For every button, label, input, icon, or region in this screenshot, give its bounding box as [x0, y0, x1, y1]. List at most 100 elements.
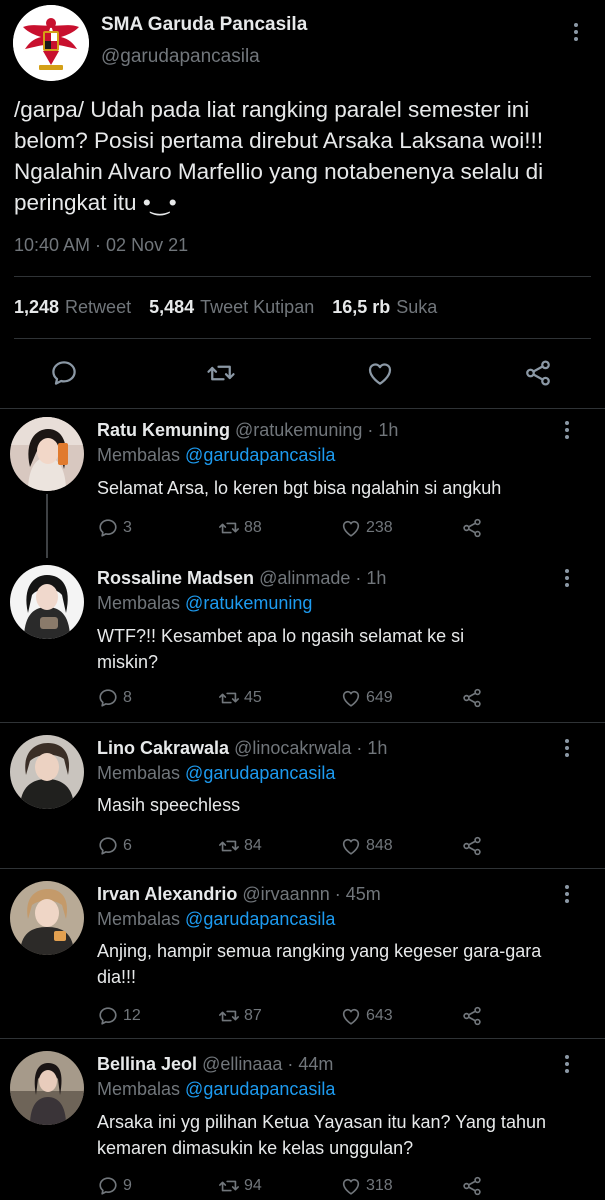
reply-tweet[interactable]: Irvan Alexandrio @irvaannn · 45m Membala…: [0, 868, 605, 1038]
reply-display-name[interactable]: Ratu Kemuning: [97, 420, 230, 440]
reply-age: · 45m: [334, 884, 381, 904]
more-options-icon[interactable]: [557, 418, 577, 442]
engagement-stats: 1,248 Retweet 5,484 Tweet Kutipan 16,5 rb S…: [14, 297, 455, 318]
retweet-count: 94: [244, 1177, 262, 1194]
main-tweet-text: /garpa/ Udah pada liat rangking paralel …: [14, 97, 544, 215]
reply-action[interactable]: 6: [97, 834, 132, 858]
retweet-action[interactable]: 45: [218, 686, 262, 710]
reply-display-name[interactable]: Lino Cakrawala: [97, 738, 229, 758]
share-action[interactable]: [461, 1004, 483, 1028]
replying-to: Membalas @ratukemuning: [97, 593, 312, 614]
main-tweet-timestamp[interactable]: 10:40 AM · 02 Nov 21: [14, 235, 188, 256]
retweet-icon: [219, 1010, 239, 1022]
retweet-icon: [219, 692, 239, 704]
retweet-action[interactable]: 88: [218, 516, 262, 540]
reply-handle[interactable]: @alinmade: [259, 568, 350, 588]
share-icon[interactable]: [523, 358, 553, 388]
garuda-emblem-avatar[interactable]: [13, 5, 89, 81]
replying-to-handle[interactable]: @garudapancasila: [185, 909, 335, 929]
reply-count: 12: [123, 1007, 141, 1024]
reply-age: · 1h: [367, 420, 399, 440]
retweet-action[interactable]: 94: [218, 1174, 262, 1198]
retweet-stat[interactable]: 1,248 Retweet: [14, 297, 131, 318]
retweet-icon[interactable]: [206, 358, 236, 388]
like-action[interactable]: 643: [340, 1004, 393, 1028]
retweet-count: 87: [244, 1007, 262, 1024]
retweet-icon: [219, 522, 239, 534]
like-stat[interactable]: 16,5 rb Suka: [332, 297, 437, 318]
reply-handle[interactable]: @irvaannn: [242, 884, 329, 904]
replying-to: Membalas @garudapancasila: [97, 1079, 335, 1100]
share-action[interactable]: [461, 516, 483, 540]
like-icon: [342, 1008, 360, 1025]
share-icon: [463, 1006, 481, 1026]
like-count: 643: [366, 1007, 393, 1024]
reply-display-name[interactable]: Irvan Alexandrio: [97, 884, 237, 904]
reply-icon: [99, 689, 117, 707]
reply-header: Ratu Kemuning @ratukemuning · 1h: [97, 420, 398, 441]
reply-text: WTF?!! Kesambet apa lo ngasih selamat ke…: [97, 626, 465, 672]
more-options-icon[interactable]: [566, 20, 586, 44]
reply-display-name[interactable]: Rossaline Madsen: [97, 568, 254, 588]
reply-handle[interactable]: @ellinaaa: [202, 1054, 282, 1074]
avatar[interactable]: [10, 1051, 84, 1125]
replying-to-handle[interactable]: @ratukemuning: [185, 593, 312, 613]
replying-label: Membalas: [97, 445, 181, 465]
reply-age: · 1h: [356, 738, 388, 758]
reply-tweet[interactable]: Lino Cakrawala @linocakrwala · 1h Membal…: [0, 722, 605, 868]
reply-text: Selamat Arsa, lo keren bgt bisa ngalahin…: [97, 478, 502, 498]
reply-action[interactable]: 9: [97, 1174, 132, 1198]
replying-to: Membalas @garudapancasila: [97, 909, 335, 930]
like-action[interactable]: 848: [340, 834, 393, 858]
reply-handle[interactable]: @linocakrwala: [234, 738, 351, 758]
like-icon[interactable]: [365, 358, 395, 388]
reply-action[interactable]: 12: [97, 1004, 141, 1028]
reply-handle[interactable]: @ratukemuning: [235, 420, 362, 440]
like-action[interactable]: 238: [340, 516, 393, 540]
reply-action[interactable]: 3: [97, 516, 132, 540]
reply-header: Irvan Alexandrio @irvaannn · 45m: [97, 884, 381, 905]
reply-actions: 12 87 643: [97, 1004, 497, 1028]
replying-to-handle[interactable]: @garudapancasila: [185, 1079, 335, 1099]
like-count: 848: [366, 837, 393, 854]
reply-tweet[interactable]: Ratu Kemuning @ratukemuning · 1h Membala…: [0, 408, 605, 548]
quote-stat[interactable]: 5,484 Tweet Kutipan: [149, 297, 314, 318]
reply-icon: [99, 1007, 117, 1025]
avatar[interactable]: [10, 565, 84, 639]
avatar[interactable]: [10, 881, 84, 955]
like-count: 238: [366, 519, 393, 536]
main-display-name[interactable]: SMA Garuda Pancasila: [101, 14, 307, 36]
like-count: 649: [366, 689, 393, 706]
reply-tweet[interactable]: Rossaline Madsen @alinmade · 1h Membalas…: [0, 556, 605, 722]
quote-label: Tweet Kutipan: [200, 297, 315, 317]
retweet-action[interactable]: 87: [218, 1004, 262, 1028]
reply-text: Arsaka ini yg pilihan Ketua Yayasan itu …: [97, 1112, 546, 1158]
more-options-icon[interactable]: [557, 882, 577, 906]
reply-text: Anjing, hampir semua rangking yang keges…: [97, 941, 542, 987]
main-handle[interactable]: @garudapancasila: [101, 46, 260, 68]
main-tweet-header: SMA Garuda Pancasila @garudapancasila: [0, 0, 605, 100]
avatar[interactable]: [10, 735, 84, 809]
retweet-count: 45: [244, 689, 262, 706]
replying-to-handle[interactable]: @garudapancasila: [185, 445, 335, 465]
retweet-count: 88: [244, 519, 262, 536]
reply-icon[interactable]: [49, 358, 79, 388]
retweet-action[interactable]: 84: [218, 834, 262, 858]
reply-tweet[interactable]: Bellina Jeol @ellinaaa · 44m Membalas @g…: [0, 1038, 605, 1200]
replying-to-handle[interactable]: @garudapancasila: [185, 763, 335, 783]
like-action[interactable]: 649: [340, 686, 393, 710]
share-icon: [463, 518, 481, 538]
more-options-icon[interactable]: [557, 1052, 577, 1076]
share-action[interactable]: [461, 834, 483, 858]
reply-age: · 44m: [287, 1054, 334, 1074]
like-action[interactable]: 318: [340, 1174, 393, 1198]
avatar[interactable]: [10, 417, 84, 491]
share-action[interactable]: [461, 686, 483, 710]
like-icon: [342, 838, 360, 855]
more-options-icon[interactable]: [557, 736, 577, 760]
share-action[interactable]: [461, 1174, 483, 1198]
more-options-icon[interactable]: [557, 566, 577, 590]
reply-action[interactable]: 8: [97, 686, 132, 710]
reply-display-name[interactable]: Bellina Jeol: [97, 1054, 197, 1074]
reply-icon: [99, 837, 117, 855]
